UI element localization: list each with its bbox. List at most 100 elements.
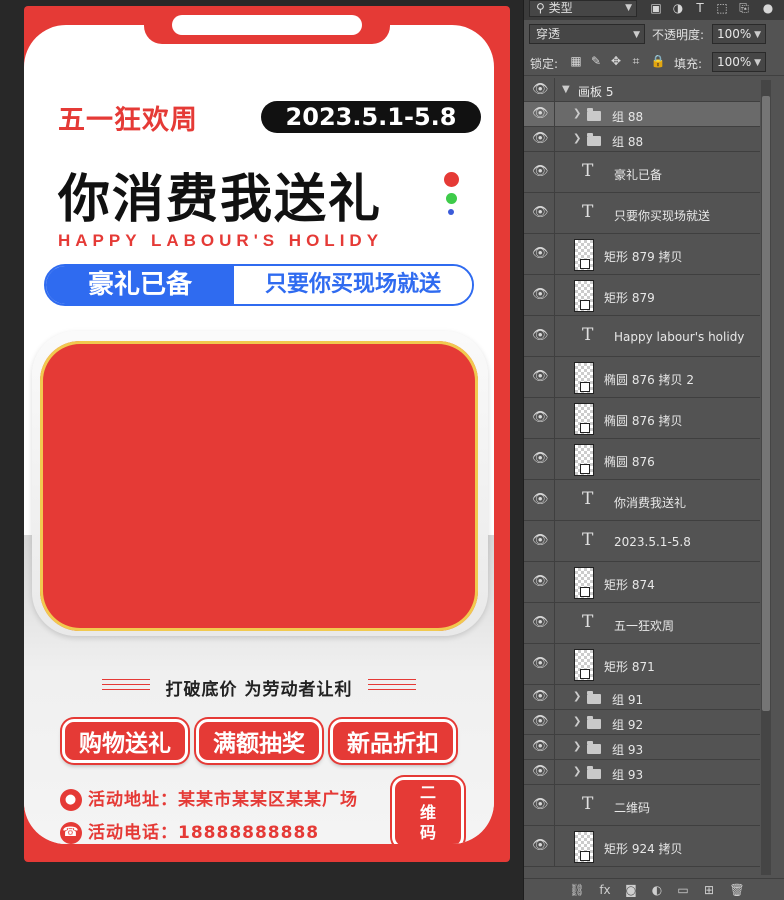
lock-artboard-icon[interactable]: ⌗ xyxy=(628,53,644,70)
link-layers-icon[interactable]: ⛓ xyxy=(568,882,586,898)
folder-icon xyxy=(587,716,601,729)
smart-object-icon xyxy=(580,851,590,861)
chevron-right-icon[interactable]: ❯ xyxy=(573,691,581,702)
eye-icon[interactable]: 👁 xyxy=(532,492,549,507)
eye-icon[interactable]: 👁 xyxy=(532,246,549,261)
folder-icon xyxy=(587,691,601,704)
layer-row[interactable]: 👁 T 只要你买现场就送 xyxy=(524,193,760,234)
poster-artboard[interactable]: 五一狂欢周 2023.5.1-5.8 你消费我送礼 HAPPY LABOUR'S… xyxy=(24,6,510,862)
layer-row[interactable]: 👁 矩形 871 xyxy=(524,644,760,685)
filter-toggle-icon[interactable]: ● xyxy=(760,0,776,17)
eye-icon[interactable]: 👁 xyxy=(532,764,549,779)
eye-icon[interactable]: 👁 xyxy=(532,533,549,548)
eye-icon[interactable]: 👁 xyxy=(532,451,549,466)
filter-kind-select[interactable]: ⚲ 类型 ▼ xyxy=(529,0,637,17)
lock-brush-icon[interactable]: ✎ xyxy=(588,53,604,70)
date-badge: 2023.5.1-5.8 xyxy=(261,101,481,133)
blend-opacity-bar: 穿透 ▼ 不透明度: 100% ▼ xyxy=(524,20,784,48)
smart-object-icon xyxy=(580,300,590,310)
new-layer-icon[interactable]: ⊞ xyxy=(700,882,718,898)
filter-smart-object-icon[interactable]: ⎘ xyxy=(736,0,752,17)
adjustment-layer-icon[interactable]: ◐ xyxy=(648,882,666,898)
eye-icon[interactable]: 👁 xyxy=(532,739,549,754)
layer-style-icon[interactable]: fx xyxy=(596,882,614,898)
layer-row[interactable]: 👁 矩形 879 拷贝 xyxy=(524,234,760,275)
chevron-right-icon[interactable]: ❯ xyxy=(573,716,581,727)
add-mask-icon[interactable]: ◙ xyxy=(622,882,640,898)
chevron-right-icon[interactable]: ❯ xyxy=(573,133,581,144)
layer-row[interactable]: 👁 椭圆 876 xyxy=(524,439,760,480)
eye-icon[interactable]: 👁 xyxy=(532,106,549,121)
eye-icon[interactable]: 👁 xyxy=(532,82,549,97)
layer-row[interactable]: 👁 ❯ 组 93 xyxy=(524,735,760,760)
filter-pixel-icon[interactable]: ▣ xyxy=(648,0,664,17)
decor-dot-blue xyxy=(448,209,454,215)
chevron-down-icon: ▼ xyxy=(754,58,761,68)
layer-row[interactable]: 👁 椭圆 876 拷贝 2 xyxy=(524,357,760,398)
layer-name: 2023.5.1-5.8 xyxy=(614,535,691,549)
chevron-right-icon[interactable]: ❯ xyxy=(573,766,581,777)
eye-icon[interactable]: 👁 xyxy=(532,164,549,179)
layer-row[interactable]: 👁 T 五一狂欢周 xyxy=(524,603,760,644)
phone-row: ☎ 活动电话：18888888888 xyxy=(60,818,319,844)
delete-layer-icon[interactable]: 🗑 xyxy=(728,882,746,898)
layer-row[interactable]: 👁 ❯ 组 88 xyxy=(524,102,760,127)
chevron-down-icon[interactable]: ▼ xyxy=(562,84,570,95)
layer-name: 矩形 879 拷贝 xyxy=(604,250,683,264)
layer-row[interactable]: 👁 T 豪礼已备 xyxy=(524,152,760,193)
folder-icon xyxy=(587,108,601,121)
eye-icon[interactable]: 👁 xyxy=(532,615,549,630)
blend-mode-select[interactable]: 穿透 ▼ xyxy=(529,24,645,44)
fill-input[interactable]: 100% ▼ xyxy=(712,52,766,72)
lock-all-icon[interactable]: 🔒 xyxy=(650,53,666,70)
lock-move-icon[interactable]: ✥ xyxy=(608,53,624,70)
fill-label: 填充: xyxy=(674,57,703,71)
eye-column-divider xyxy=(554,78,555,101)
chevron-right-icon[interactable]: ❯ xyxy=(573,741,581,752)
layers-scroll-thumb[interactable] xyxy=(762,96,770,711)
filter-adjustment-icon[interactable]: ◑ xyxy=(670,0,686,17)
layer-row[interactable]: 👁 T 2023.5.1-5.8 xyxy=(524,521,760,562)
eye-icon[interactable]: 👁 xyxy=(532,838,549,853)
layer-row[interactable]: 👁 矩形 879 xyxy=(524,275,760,316)
eye-icon[interactable]: 👁 xyxy=(532,689,549,704)
gift-pill-right: 只要你买现场就送 xyxy=(234,266,472,304)
new-group-icon[interactable]: ▭ xyxy=(674,882,692,898)
layer-row[interactable]: 👁 椭圆 876 拷贝 xyxy=(524,398,760,439)
filter-shape-icon[interactable]: ⬚ xyxy=(714,0,730,17)
layer-row[interactable]: 👁 T Happy labour's holidy xyxy=(524,316,760,357)
layer-row[interactable]: 👁 ❯ 组 91 xyxy=(524,685,760,710)
canvas-area[interactable]: 五一狂欢周 2023.5.1-5.8 你消费我送礼 HAPPY LABOUR'S… xyxy=(0,0,523,900)
decor-dot-green xyxy=(446,193,457,204)
layer-filter-bar: ⚲ 类型 ▼ ▣ ◑ T ⬚ ⎘ ● xyxy=(524,0,784,20)
lock-transparent-icon[interactable]: ▦ xyxy=(568,53,584,70)
layer-row[interactable]: 👁 T 你消费我送礼 xyxy=(524,480,760,521)
eye-icon[interactable]: 👁 xyxy=(532,328,549,343)
eye-icon[interactable]: 👁 xyxy=(532,410,549,425)
chevron-right-icon[interactable]: ❯ xyxy=(573,108,581,119)
week-title: 五一狂欢周 xyxy=(58,105,198,136)
eye-column-divider xyxy=(554,234,555,274)
layer-row[interactable]: 👁 矩形 924 拷贝 xyxy=(524,826,760,867)
eye-column-divider xyxy=(554,603,555,643)
layer-row[interactable]: 👁 T 二维码 xyxy=(524,785,760,826)
layer-row[interactable]: 👁 ❯ 组 93 xyxy=(524,760,760,785)
eye-icon[interactable]: 👁 xyxy=(532,714,549,729)
eye-icon[interactable]: 👁 xyxy=(532,574,549,589)
opacity-input[interactable]: 100% ▼ xyxy=(712,24,766,44)
layer-row[interactable]: 👁 ❯ 组 88 xyxy=(524,127,760,152)
eye-icon[interactable]: 👁 xyxy=(532,205,549,220)
eye-icon[interactable]: 👁 xyxy=(532,797,549,812)
eye-icon[interactable]: 👁 xyxy=(532,369,549,384)
filter-type-icon[interactable]: T xyxy=(692,0,708,17)
eye-icon[interactable]: 👁 xyxy=(532,131,549,146)
layer-row[interactable]: 👁 ❯ 组 92 xyxy=(524,710,760,735)
eye-icon[interactable]: 👁 xyxy=(532,656,549,671)
headline: 你消费我送礼 xyxy=(58,170,383,230)
location-pin-icon: ● xyxy=(60,789,82,811)
folder-icon xyxy=(587,766,601,779)
layers-panel-footer: ⛓ fx ◙ ◐ ▭ ⊞ 🗑 xyxy=(524,878,784,900)
layer-row[interactable]: 👁 矩形 874 xyxy=(524,562,760,603)
eye-icon[interactable]: 👁 xyxy=(532,287,549,302)
artboard-row[interactable]: 👁 ▼ 画板 5 xyxy=(524,78,760,102)
